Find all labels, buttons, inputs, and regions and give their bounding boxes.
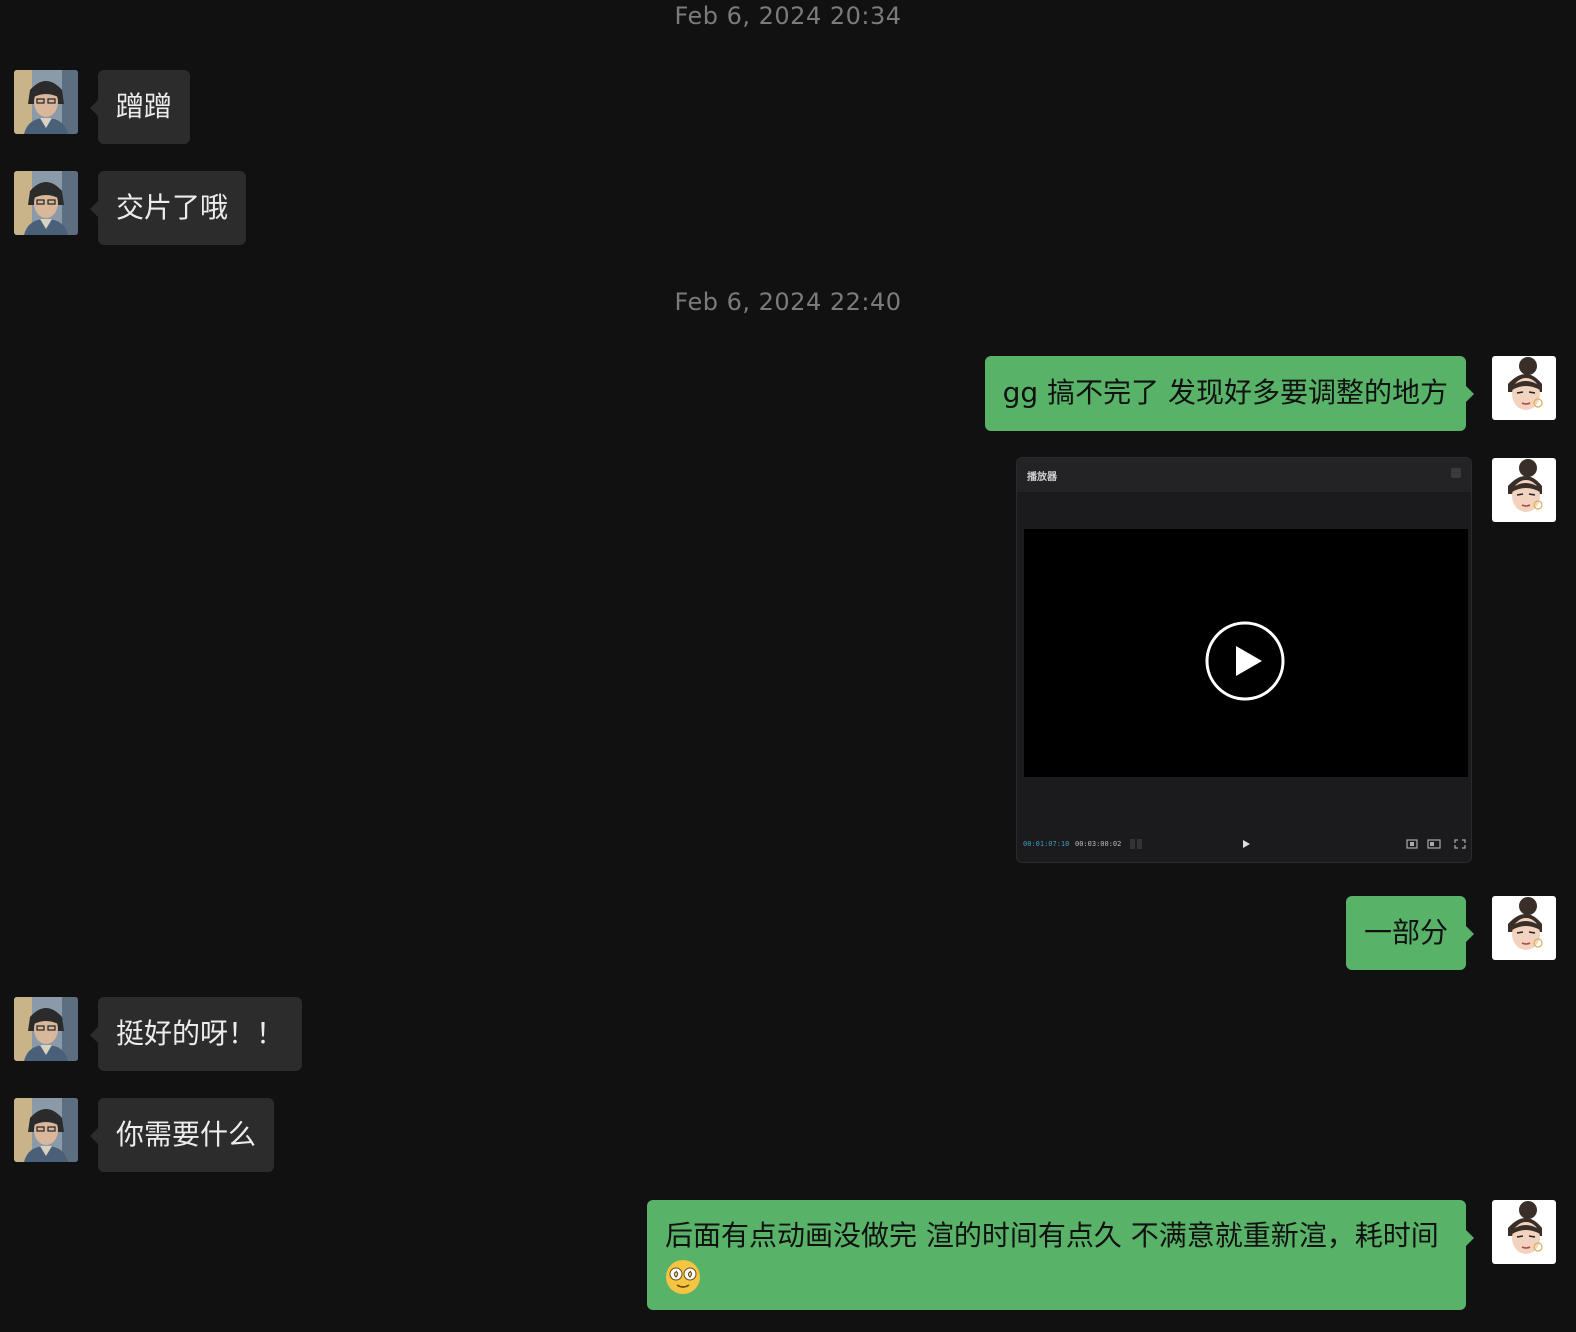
play-icon[interactable] bbox=[1205, 621, 1285, 701]
message-text: 蹭蹭 bbox=[116, 90, 173, 123]
video-screen[interactable] bbox=[1024, 529, 1468, 777]
message-bubble-incoming[interactable]: 挺好的呀！！ bbox=[89, 997, 303, 1071]
frame-icon bbox=[1130, 839, 1142, 849]
player-title: 播放器 bbox=[1027, 472, 1057, 483]
player-titlebar: 播放器 bbox=[1017, 458, 1471, 492]
aspect-ratio-icon bbox=[1427, 839, 1441, 849]
fullscreen-icon bbox=[1454, 839, 1466, 849]
self-avatar[interactable] bbox=[1492, 896, 1556, 960]
message-text: 后面有点动画没做完 渲的时间有点久 不满意就重新渲，耗时间 bbox=[665, 1219, 1439, 1252]
current-time: 00:01:07:10 bbox=[1023, 840, 1070, 848]
self-avatar[interactable] bbox=[1492, 458, 1556, 522]
crop-icon bbox=[1406, 839, 1418, 849]
message-bubble-outgoing[interactable]: 后面有点动画没做完 渲的时间有点久 不满意就重新渲，耗时间 bbox=[647, 1200, 1474, 1310]
small-play-icon bbox=[1243, 840, 1250, 848]
message-text: 交片了哦 bbox=[116, 191, 229, 224]
message-text: 一部分 bbox=[1363, 916, 1448, 949]
message-text: gg 搞不完了 发现好多要调整的地方 bbox=[1002, 376, 1448, 409]
message-bubble-incoming[interactable]: 蹭蹭 bbox=[89, 70, 191, 144]
dizzy-face-emoji-icon bbox=[666, 1260, 700, 1294]
message-text: 你需要什么 bbox=[116, 1118, 257, 1151]
contact-avatar[interactable] bbox=[14, 1098, 78, 1162]
message-bubble-outgoing[interactable]: 一部分 bbox=[1345, 896, 1475, 970]
menu-icon bbox=[1451, 468, 1461, 478]
contact-avatar[interactable] bbox=[14, 70, 78, 134]
message-bubble-outgoing[interactable]: gg 搞不完了 发现好多要调整的地方 bbox=[984, 356, 1475, 431]
timestamp: Feb 6, 2024 22:40 bbox=[674, 288, 902, 316]
video-message[interactable]: 播放器 00:01:07:10 00:03:00:02 bbox=[1016, 457, 1472, 863]
timestamp: Feb 6, 2024 20:34 bbox=[674, 2, 902, 30]
self-avatar[interactable] bbox=[1492, 1200, 1556, 1264]
contact-avatar[interactable] bbox=[14, 997, 78, 1061]
message-bubble-incoming[interactable]: 你需要什么 bbox=[89, 1098, 275, 1172]
total-time: 00:03:00:02 bbox=[1075, 840, 1122, 848]
player-controls: 00:01:07:10 00:03:00:02 bbox=[1017, 832, 1471, 858]
message-text: 挺好的呀！！ bbox=[116, 1017, 285, 1050]
self-avatar[interactable] bbox=[1492, 356, 1556, 420]
contact-avatar[interactable] bbox=[14, 171, 78, 235]
message-bubble-incoming[interactable]: 交片了哦 bbox=[89, 171, 247, 245]
